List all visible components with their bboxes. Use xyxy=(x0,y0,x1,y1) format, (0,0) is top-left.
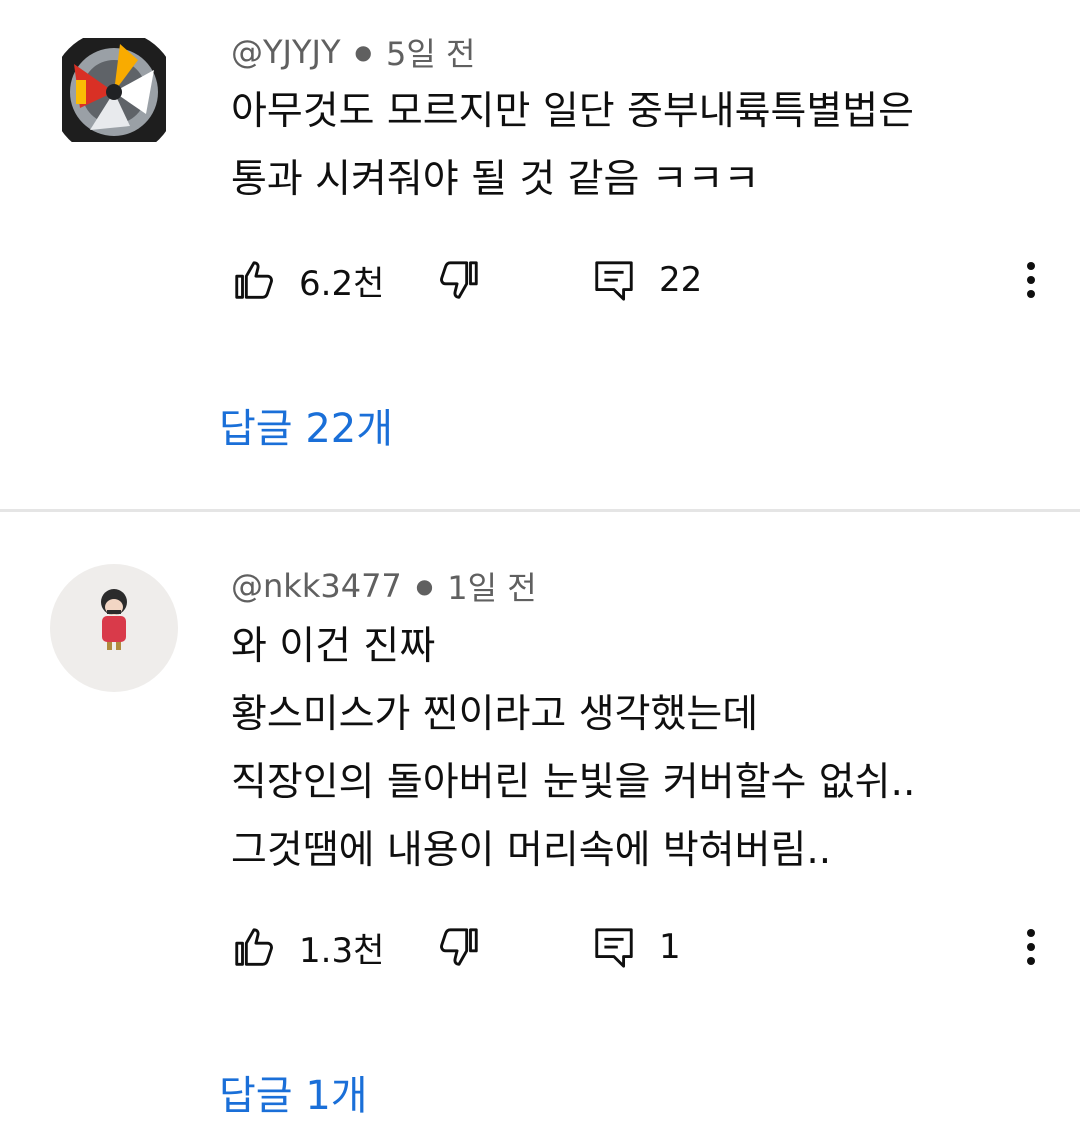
thumb-up-icon xyxy=(235,261,273,299)
avatar[interactable] xyxy=(50,30,178,158)
thumb-down-icon xyxy=(440,928,478,966)
dislike-button[interactable] xyxy=(436,917,482,977)
comment-line: 통과 시켜줘야 될 것 같음 ㅋㅋㅋ xyxy=(231,157,760,202)
comment-line: 그것땜에 내용이 머리속에 박혀버림.. xyxy=(231,828,832,873)
author-handle[interactable]: @YJYJY xyxy=(231,33,341,71)
comment-meta: @nkk3477 ● 1일 전 xyxy=(231,564,537,608)
like-button[interactable]: 6.2천 xyxy=(231,250,384,310)
reply-icon xyxy=(595,261,633,301)
author-handle[interactable]: @nkk3477 xyxy=(231,567,402,605)
comment-text: 와 이건 진짜 황스미스가 찐이라고 생각했는데 직장인의 돌아버린 눈빛을 커… xyxy=(231,613,915,885)
comment-line: 와 이건 진짜 xyxy=(231,624,436,669)
view-replies-button[interactable]: 답글 22개 xyxy=(219,396,393,454)
more-vert-icon xyxy=(1027,929,1035,965)
avatar-image xyxy=(62,38,166,142)
comment-item: @nkk3477 ● 1일 전 와 이건 진짜 황스미스가 찐이라고 생각했는데… xyxy=(0,512,1080,1127)
comment-line: 아무것도 모르지만 일단 중부내륙특별법은 xyxy=(231,89,915,134)
more-vert-icon xyxy=(1027,262,1035,298)
reply-count: 22 xyxy=(659,260,703,300)
thumb-up-icon xyxy=(235,928,273,966)
reply-count: 1 xyxy=(659,927,681,967)
comment-line: 황스미스가 찐이라고 생각했는데 xyxy=(231,692,759,737)
separator-dot: ● xyxy=(415,574,434,598)
comment-text: 아무것도 모르지만 일단 중부내륙특별법은 통과 시켜줘야 될 것 같음 ㅋㅋㅋ xyxy=(231,78,914,214)
more-options-button[interactable] xyxy=(1011,250,1051,310)
avatar-image xyxy=(101,589,127,650)
avatar[interactable] xyxy=(50,564,178,692)
separator-dot: ● xyxy=(354,40,372,64)
more-options-button[interactable] xyxy=(1011,917,1051,977)
reply-button[interactable]: 1 xyxy=(591,917,681,977)
comment-item: @YJYJY ● 5일 전 아무것도 모르지만 일단 중부내륙특별법은 통과 시… xyxy=(0,0,1080,512)
dislike-button[interactable] xyxy=(436,250,482,310)
comment-actions: 6.2천 22 xyxy=(231,250,1051,310)
reply-button[interactable]: 22 xyxy=(591,250,702,310)
comment-meta: @YJYJY ● 5일 전 xyxy=(231,30,475,74)
comment-time: 1일 전 xyxy=(447,569,537,607)
thumb-down-icon xyxy=(440,261,478,299)
comment-actions: 1.3천 1 xyxy=(231,917,1051,977)
reply-icon xyxy=(595,928,633,968)
comment-time: 5일 전 xyxy=(385,35,476,73)
like-count: 1.3천 xyxy=(299,930,385,971)
like-button[interactable]: 1.3천 xyxy=(231,917,384,977)
view-replies-button[interactable]: 답글 1개 xyxy=(219,1063,368,1121)
like-count: 6.2천 xyxy=(299,263,385,304)
comment-line: 직장인의 돌아버린 눈빛을 커버할수 없쉬.. xyxy=(231,760,916,805)
